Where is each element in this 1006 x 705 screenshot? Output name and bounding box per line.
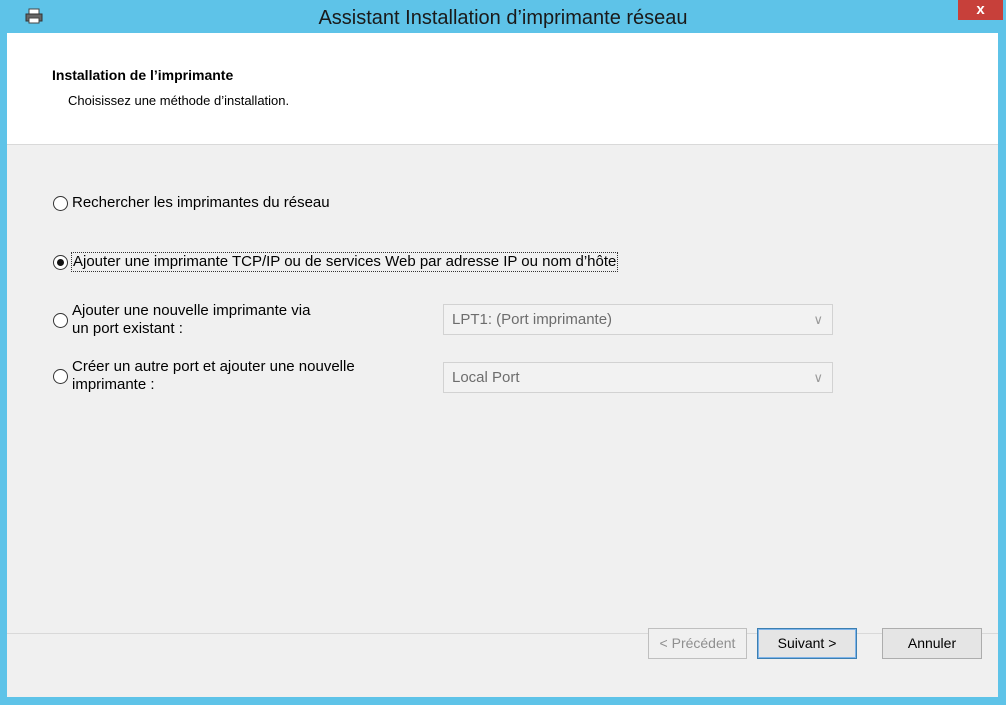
option-existing-port-label-line2: un port existant : [72,320,183,337]
new-port-combobox[interactable]: Local Port ∨ [443,362,833,393]
title-bar[interactable]: Assistant Installation d’imprimante rése… [0,0,1006,33]
radio-search-network[interactable] [53,196,68,211]
wizard-client-area: Installation de l’imprimante Choisissez … [7,33,998,697]
previous-button[interactable]: < Précédent [648,628,747,659]
option-search-network-label: Rechercher les imprimantes du réseau [72,194,330,211]
chevron-down-icon: ∨ [813,370,823,385]
next-button[interactable]: Suivant > [757,628,857,659]
option-existing-port-label-line1: Ajouter une nouvelle imprimante via [72,302,311,319]
chevron-down-icon: ∨ [813,312,823,327]
existing-port-combobox[interactable]: LPT1: (Port imprimante) ∨ [443,304,833,335]
option-create-port-label-line2: imprimante : [72,376,155,393]
radio-add-tcpip[interactable] [53,255,68,270]
wizard-window: Assistant Installation d’imprimante rése… [0,0,1006,705]
option-add-tcpip-label: Ajouter une imprimante TCP/IP ou de serv… [71,252,619,272]
existing-port-value: LPT1: (Port imprimante) [452,311,613,328]
cancel-button[interactable]: Annuler [882,628,982,659]
wizard-header: Installation de l’imprimante Choisissez … [7,33,998,145]
page-title: Installation de l’imprimante [52,67,234,83]
radio-create-port[interactable] [53,369,68,384]
page-subtitle: Choisissez une méthode d’installation. [68,93,290,108]
radio-existing-port[interactable] [53,313,68,328]
window-title: Assistant Installation d’imprimante rése… [318,7,688,29]
close-button[interactable]: x [958,0,1003,20]
new-port-value: Local Port [452,369,520,386]
option-create-port-label-line1: Créer un autre port et ajouter une nouve… [72,358,355,375]
